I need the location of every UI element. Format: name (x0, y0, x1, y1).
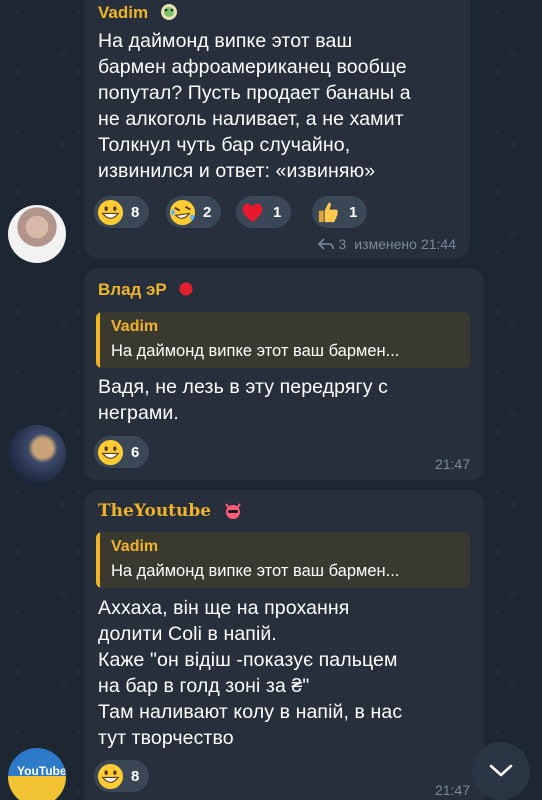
thumbs-up-icon (318, 202, 338, 222)
devil-face-icon (225, 503, 241, 519)
avatar-label: YouTube (17, 764, 66, 778)
reaction-thumbs-up[interactable]: 1 (312, 196, 368, 228)
reply-quote-bar (96, 532, 100, 588)
sender-name[interactable]: TheYoutube (98, 500, 243, 521)
reply-quote-text: На даймонд випке этот ваш бармен... (111, 342, 400, 360)
message-time: 21:44 (420, 236, 456, 252)
sender-name[interactable]: Vadim (98, 2, 179, 23)
avatar[interactable]: YouTube (8, 748, 66, 800)
reply-quote[interactable]: Vadim На даймонд випке этот ваш бармен..… (96, 312, 470, 368)
sender-name[interactable]: Влад эР (98, 280, 194, 300)
rofl-face-icon (169, 199, 196, 225)
message-bubble[interactable]: Vadim На даймонд випке этот ваш бармен а… (84, 0, 470, 258)
reply-quote-name: Vadim (111, 318, 159, 335)
message-bubble[interactable]: TheYoutube Vadim На даймонд випке этот в… (84, 490, 484, 800)
reaction-count: 2 (203, 203, 212, 221)
reaction-count: 1 (349, 203, 358, 221)
reaction-heart[interactable]: 1 (236, 196, 292, 228)
scroll-down-button[interactable] (472, 742, 530, 800)
reply-quote-text: На даймонд випке этот ваш бармен... (111, 562, 400, 580)
reaction-rofl[interactable]: 2 (166, 196, 222, 228)
grinning-face-icon (97, 439, 124, 465)
message-text: На даймонд випке этот ваш бармен афроаме… (98, 30, 411, 182)
red-circle-icon (179, 282, 193, 296)
reaction-count: 8 (131, 767, 140, 785)
message-meta[interactable]: 3 изменено 21:44 (318, 236, 456, 252)
message-meta: 21:47 (435, 456, 470, 472)
reaction-grinning[interactable]: 8 (94, 196, 150, 228)
grinning-face-icon (97, 199, 124, 225)
reaction-count: 1 (273, 203, 282, 221)
message-text: Аххаха, він ще на прохання долити Coli в… (98, 597, 403, 749)
reply-arrow-icon (318, 238, 335, 250)
reaction-grinning[interactable]: 8 (94, 760, 150, 792)
reaction-count: 8 (131, 203, 140, 221)
chevron-down-icon (489, 764, 513, 777)
sender-status-icon (160, 4, 177, 20)
reply-quote-bar (96, 312, 100, 368)
message-meta: 21:47 (435, 782, 470, 798)
reaction-grinning[interactable]: 6 (94, 436, 150, 468)
grinning-face-icon (97, 763, 124, 789)
message-text: Вадя, не лезь в эту передрягу с неграми. (98, 376, 388, 424)
message-time: 21:47 (434, 456, 470, 472)
message-bubble[interactable]: Влад эР Vadim На даймонд випке этот ваш … (84, 268, 484, 480)
avatar[interactable] (8, 425, 66, 483)
reply-count: 3 (338, 236, 347, 252)
reply-quote-name: Vadim (111, 538, 159, 555)
reply-quote[interactable]: Vadim На даймонд випке этот ваш бармен..… (96, 532, 470, 588)
edited-label: изменено (354, 236, 417, 252)
chat-area: Vadim На даймонд випке этот ваш бармен а… (0, 0, 542, 800)
reaction-count: 6 (131, 443, 140, 461)
red-heart-icon (242, 203, 263, 222)
message-time: 21:47 (434, 782, 470, 798)
avatar[interactable] (8, 205, 66, 263)
